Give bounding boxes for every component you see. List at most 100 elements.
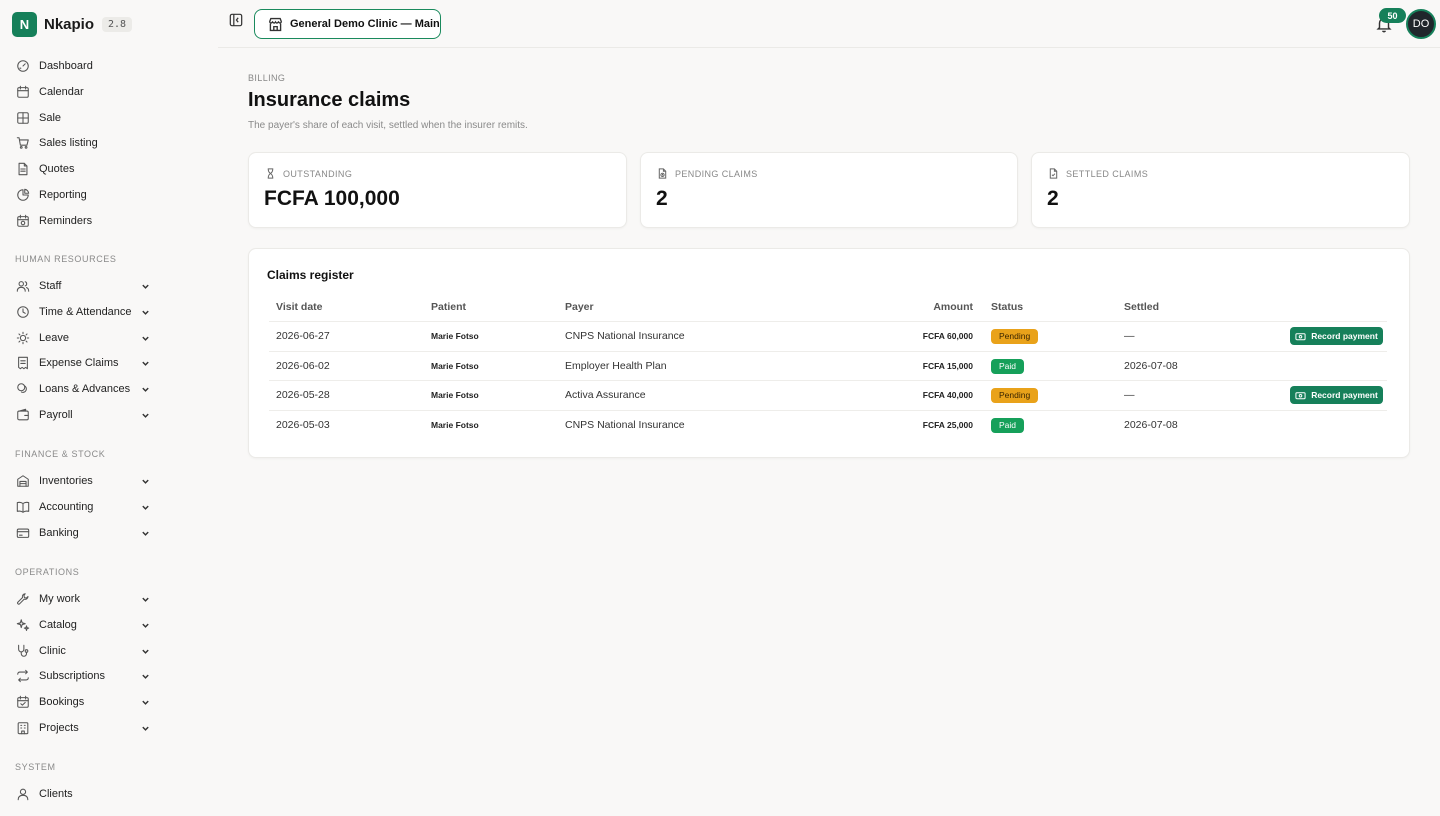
sidebar-item-label: Accounting: [39, 501, 94, 513]
user-avatar[interactable]: DO: [1406, 9, 1436, 39]
cell-patient: Marie Fotso: [431, 361, 479, 371]
sidebar-item-calendar[interactable]: Calendar: [16, 82, 150, 102]
chevron-down-icon[interactable]: [141, 334, 150, 343]
clock-icon: [16, 305, 30, 319]
chevron-down-icon[interactable]: [141, 724, 150, 733]
app-logo: N: [12, 12, 37, 37]
coins-icon: [16, 382, 30, 396]
sidebar-item-loans-advances[interactable]: Loans & Advances: [16, 379, 150, 399]
brand[interactable]: N Nkapio 2.8: [12, 12, 133, 37]
gauge-icon: [16, 59, 30, 73]
sidebar-item-subscriptions[interactable]: Subscriptions: [16, 666, 150, 686]
chevron-down-icon[interactable]: [141, 503, 150, 512]
page-eyebrow: BILLING: [248, 73, 286, 83]
sidebar-item-staff[interactable]: Staff: [16, 276, 150, 296]
sidebar-item-label: My work: [39, 593, 80, 605]
sidebar-item-payroll[interactable]: Payroll: [16, 405, 150, 425]
sidebar-item-dashboard[interactable]: Dashboard: [16, 56, 150, 76]
record-payment-button[interactable]: Record payment: [1290, 327, 1383, 345]
sidebar-item-label: Expense Claims: [39, 357, 119, 369]
cell-patient: Marie Fotso: [431, 420, 479, 430]
chevron-down-icon[interactable]: [141, 529, 150, 538]
book-icon: [16, 500, 30, 514]
chevron-down-icon[interactable]: [141, 647, 150, 656]
sidebar-item-sales-listing[interactable]: Sales listing: [16, 133, 150, 153]
calendar-check-icon: [16, 695, 30, 709]
grid-icon: [16, 111, 30, 125]
sidebar-item-label: Bookings: [39, 696, 85, 708]
sidebar-item-label: Quotes: [39, 163, 75, 175]
record-payment-button[interactable]: Record payment: [1290, 386, 1383, 404]
cart-icon: [16, 136, 30, 150]
cell-amount: FCFA 40,000: [922, 390, 973, 400]
cell-visit-date: 2026-06-27: [276, 330, 330, 342]
sidebar-item-clients[interactable]: Clients: [16, 784, 150, 804]
calendar-icon: [16, 85, 30, 99]
sidebar-item-label: Sales listing: [39, 137, 98, 149]
notification-count-badge[interactable]: 50: [1379, 8, 1406, 23]
cell-amount: FCFA 25,000: [922, 420, 973, 430]
chevron-down-icon[interactable]: [141, 359, 150, 368]
building-icon: [16, 721, 30, 735]
receipt-icon: [16, 356, 30, 370]
stat-card-outstanding: OUTSTANDING FCFA 100,000: [248, 152, 627, 228]
sidebar-item-label: Loans & Advances: [39, 383, 131, 395]
stat-value: FCFA 100,000: [264, 187, 400, 210]
chevron-down-icon[interactable]: [141, 698, 150, 707]
cell-status: Pending: [991, 380, 1039, 410]
stat-label: OUTSTANDING: [283, 168, 353, 179]
sidebar-item-label: Clinic: [39, 645, 66, 657]
chevron-down-icon[interactable]: [141, 621, 150, 630]
chevron-down-icon[interactable]: [141, 308, 150, 317]
cell-patient: Marie Fotso: [431, 331, 479, 341]
sidebar-item-expense-claims[interactable]: Expense Claims: [16, 353, 150, 373]
sidebar-item-label: Catalog: [39, 619, 77, 631]
stethoscope-icon: [16, 644, 30, 658]
chevron-down-icon[interactable]: [141, 672, 150, 681]
sidebar-item-leave[interactable]: Leave: [16, 328, 150, 348]
col-visit-date: Visit date: [276, 301, 323, 313]
collapse-sidebar-icon[interactable]: [229, 13, 243, 27]
sidebar-item-catalog[interactable]: Catalog: [16, 615, 150, 635]
section-label-finance: FINANCE & STOCK: [15, 449, 106, 459]
col-settled: Settled: [1124, 301, 1160, 313]
wrench-icon: [16, 592, 30, 606]
cell-settled: 2026-07-08: [1124, 419, 1178, 431]
cell-amount: FCFA 60,000: [922, 331, 973, 341]
status-badge: Paid: [991, 358, 1025, 374]
sidebar-item-sale[interactable]: Sale: [16, 108, 150, 128]
col-amount: Amount: [933, 301, 973, 313]
chevron-down-icon[interactable]: [141, 282, 150, 291]
sidebar-item-label: Subscriptions: [39, 670, 106, 682]
sidebar-item-label: Reporting: [39, 189, 87, 201]
sidebar-item-label: Projects: [39, 722, 79, 734]
sidebar-item-clinic[interactable]: Clinic: [16, 641, 150, 661]
record-payment-label: Record payment: [1311, 331, 1378, 341]
cell-visit-date: 2026-05-03: [276, 419, 330, 431]
sidebar-item-label: Clients: [39, 788, 73, 800]
sidebar-item-reminders[interactable]: Reminders: [16, 211, 150, 231]
chevron-down-icon[interactable]: [141, 477, 150, 486]
stat-value: 2: [1047, 187, 1059, 210]
clinic-selector[interactable]: General Demo Clinic — Main: [254, 9, 441, 39]
sidebar-item-inventories[interactable]: Inventories: [16, 471, 150, 491]
sidebar-item-bookings[interactable]: Bookings: [16, 692, 150, 712]
file-clock-icon: [657, 168, 668, 179]
cell-status: Paid: [991, 410, 1025, 440]
sidebar-item-accounting[interactable]: Accounting: [16, 497, 150, 517]
section-label-system: SYSTEM: [15, 762, 56, 772]
user-icon: [16, 787, 30, 801]
chevron-down-icon[interactable]: [141, 385, 150, 394]
sidebar-item-banking[interactable]: Banking: [16, 523, 150, 543]
chevron-down-icon[interactable]: [141, 595, 150, 604]
table-row: 2026-06-27 Marie Fotso CNPS National Insur…: [249, 321, 1409, 351]
cell-status: Paid: [991, 351, 1025, 381]
chevron-down-icon[interactable]: [141, 411, 150, 420]
status-badge: Pending: [991, 328, 1039, 344]
pie-chart-icon: [16, 188, 30, 202]
sidebar-item-time-attendance[interactable]: Time & Attendance: [16, 302, 150, 322]
sidebar-item-quotes[interactable]: Quotes: [16, 159, 150, 179]
sidebar-item-my-work[interactable]: My work: [16, 589, 150, 609]
sidebar-item-projects[interactable]: Projects: [16, 718, 150, 738]
sidebar-item-reporting[interactable]: Reporting: [16, 185, 150, 205]
